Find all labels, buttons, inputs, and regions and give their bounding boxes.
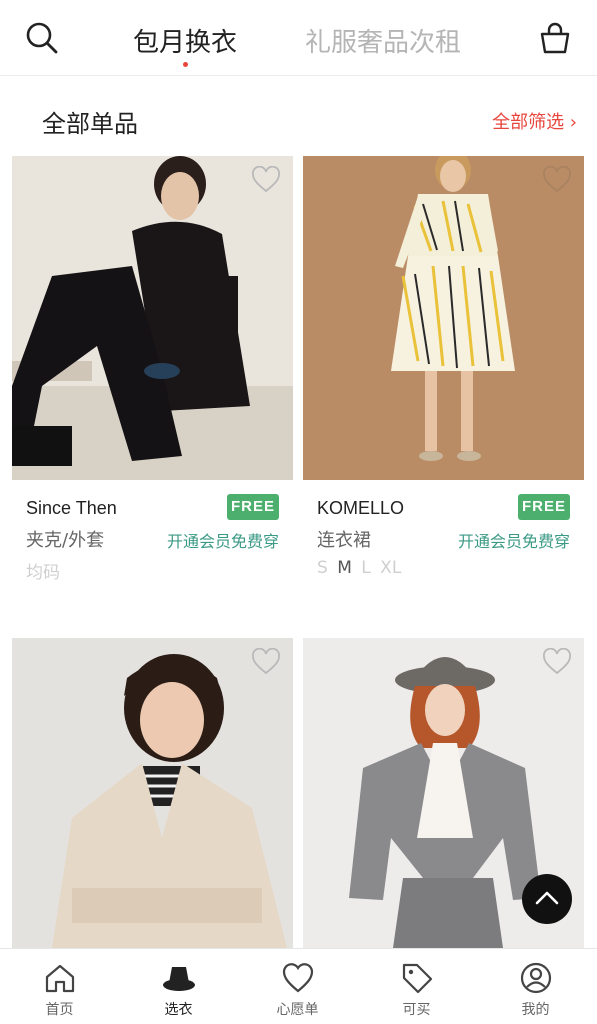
product-card[interactable]: KOMELLO FREE 连衣裙 开通会员免费穿 S M L XL — [303, 156, 584, 596]
bottom-navigation: 首页 选衣 心愿单 可买 我的 — [0, 948, 597, 1024]
wishlist-heart-icon[interactable] — [251, 648, 281, 676]
product-image[interactable] — [303, 156, 584, 480]
price-tag-icon — [402, 963, 433, 994]
back-to-top-button[interactable] — [522, 874, 572, 924]
wishlist-heart-icon[interactable] — [251, 166, 281, 194]
hat-icon — [163, 967, 195, 991]
active-tab-indicator — [183, 62, 188, 67]
nav-home[interactable]: 首页 — [0, 949, 119, 1024]
nav-select-clothes[interactable]: 选衣 — [119, 949, 238, 1024]
home-icon — [45, 964, 75, 993]
nav-buyable[interactable]: 可买 — [357, 949, 476, 1024]
member-free-text: 开通会员免费穿 — [166, 532, 279, 551]
free-badge: FREE — [518, 494, 570, 520]
product-sizes: S M L XL — [317, 558, 405, 578]
tab-monthly-rental[interactable]: 包月换衣 — [133, 22, 237, 59]
product-image[interactable] — [12, 156, 293, 480]
shopping-bag-icon[interactable] — [537, 20, 573, 56]
top-bar: 包月换衣 礼服奢品次租 — [0, 0, 597, 76]
user-icon — [520, 962, 552, 994]
nav-label: 我的 — [521, 1002, 550, 1018]
product-sizes: 均码 — [26, 558, 64, 583]
product-category: 连衣裙 — [317, 530, 371, 551]
nav-wishlist[interactable]: 心愿单 — [238, 949, 357, 1024]
size-option: M — [337, 558, 352, 578]
size-label: 均码 — [26, 563, 60, 583]
size-option: S — [317, 558, 328, 578]
chevron-up-icon — [535, 891, 559, 905]
heart-icon — [282, 963, 314, 993]
product-image[interactable] — [12, 638, 293, 948]
wishlist-heart-icon[interactable] — [542, 648, 572, 676]
filter-all-link[interactable]: 全部筛选 › — [492, 108, 577, 134]
size-option: XL — [380, 558, 402, 578]
wishlist-heart-icon[interactable] — [542, 166, 572, 194]
nav-label: 可买 — [402, 1002, 431, 1018]
nav-profile[interactable]: 我的 — [476, 949, 595, 1024]
search-icon[interactable] — [24, 20, 60, 56]
nav-label: 首页 — [45, 1002, 74, 1018]
size-option: L — [361, 558, 371, 578]
member-free-text: 开通会员免费穿 — [457, 532, 570, 551]
product-brand: Since Then — [26, 498, 117, 518]
product-card[interactable] — [12, 638, 293, 948]
nav-label: 心愿单 — [276, 1002, 319, 1018]
nav-label: 选衣 — [164, 1002, 193, 1018]
product-category: 夹克/外套 — [26, 530, 105, 551]
section-title: 全部单品 — [42, 110, 138, 138]
tab-luxury-rental[interactable]: 礼服奢品次租 — [305, 22, 461, 59]
product-card[interactable]: Since Then FREE 夹克/外套 开通会员免费穿 均码 — [12, 156, 293, 596]
product-brand: KOMELLO — [317, 498, 405, 518]
free-badge: FREE — [227, 494, 279, 520]
